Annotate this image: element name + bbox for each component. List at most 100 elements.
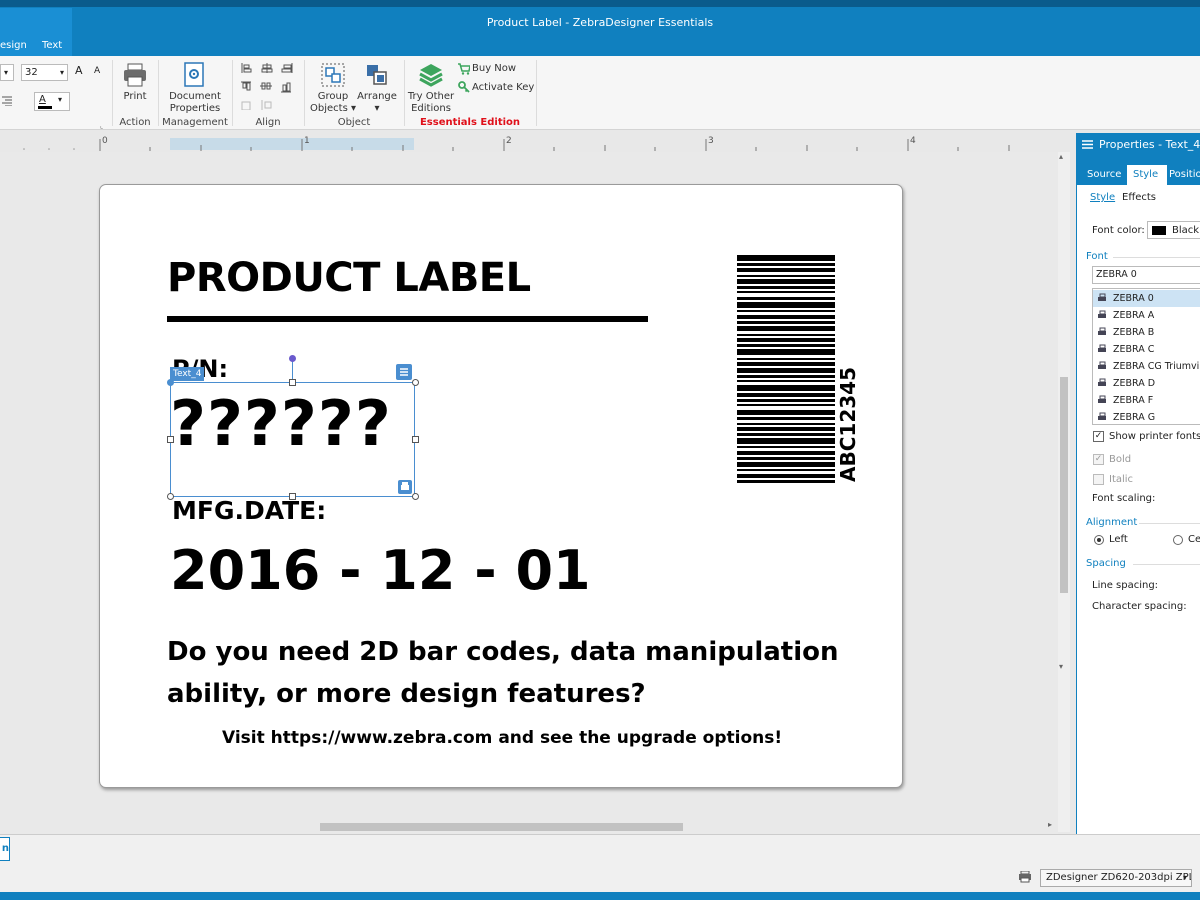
barcode-bar	[737, 410, 835, 415]
font-color-button[interactable]: A ▾	[34, 92, 70, 111]
rotate-handle[interactable]	[289, 355, 296, 362]
resize-handle-top[interactable]	[289, 379, 296, 386]
font-color-picker[interactable]: Black	[1147, 221, 1200, 239]
font-list-item[interactable]: ZEBRA D	[1093, 375, 1200, 392]
ruler-number: 4	[910, 136, 916, 146]
printer-font-icon	[398, 480, 412, 494]
shrink-font-button[interactable]: A	[94, 66, 100, 76]
font-list-item[interactable]: ZEBRA G	[1093, 409, 1200, 424]
scroll-up-arrow[interactable]: ▴	[1059, 152, 1063, 161]
promo-line-2[interactable]: ability, or more design features?	[167, 679, 646, 709]
font-list-item[interactable]: ZEBRA CG Triumvir	[1093, 358, 1200, 375]
document-properties-line1[interactable]: Document	[164, 91, 226, 103]
vertical-scrollbar[interactable]: ▴ ▾	[1058, 152, 1070, 832]
chevron-down-icon: ▾	[58, 95, 63, 104]
horizontal-scrollbar[interactable]: ▸	[0, 820, 1058, 834]
document-properties-line2[interactable]: Properties	[164, 103, 226, 115]
arrange-label[interactable]: Arrange	[354, 91, 400, 103]
print-button-label[interactable]: Print	[118, 91, 152, 103]
barcode[interactable]	[737, 255, 835, 590]
barcode-bar	[737, 462, 835, 467]
arrange-icon[interactable]	[364, 62, 390, 88]
try-editions-icon[interactable]	[418, 62, 444, 88]
barcode-bar	[737, 385, 835, 391]
align-lines-icon[interactable]	[2, 96, 12, 107]
promo-line-1[interactable]: Do you need 2D bar codes, data manipulat…	[167, 637, 839, 667]
font-size-dropdown[interactable]: 32 ▾	[21, 64, 68, 81]
printer-font-icon	[1097, 293, 1108, 304]
subtab-style[interactable]: Style	[1090, 192, 1115, 203]
font-color-label: Font color:	[1092, 225, 1145, 236]
resize-handle-left[interactable]	[167, 436, 174, 443]
tab-text[interactable]: Text	[42, 40, 62, 51]
font-name-dropdown[interactable]: ▾	[0, 64, 14, 81]
group-separator	[536, 60, 537, 126]
mfg-date-label[interactable]: MFG.DATE:	[172, 496, 326, 525]
activate-key-button[interactable]: Activate Key	[472, 82, 534, 94]
object-group-label: Object	[337, 117, 371, 128]
printer-icon[interactable]	[122, 62, 148, 88]
dialog-launcher-icon[interactable]: ⌞	[100, 122, 103, 130]
resize-handle-bottom[interactable]	[289, 493, 296, 500]
promo-line-3[interactable]: Visit https://www.zebra.com and see the …	[222, 728, 782, 748]
resize-handle-bottom-left[interactable]	[167, 493, 174, 500]
bottom-border	[0, 892, 1200, 900]
font-list-item[interactable]: ZEBRA F	[1093, 392, 1200, 409]
bottom-design-tab[interactable]: n	[0, 837, 10, 861]
resize-handle-bottom-right[interactable]	[412, 493, 419, 500]
tab-design[interactable]: esign	[0, 40, 27, 51]
tab-style[interactable]: Style	[1133, 169, 1158, 180]
font-list-item[interactable]: ZEBRA 0	[1093, 290, 1200, 307]
font-color-value: Black	[1172, 225, 1200, 236]
font-list-item[interactable]: ZEBRA A	[1093, 307, 1200, 324]
barcode-bar	[737, 451, 835, 455]
printer-name: ZDesigner ZD620-203dpi ZPL	[1046, 872, 1192, 883]
font-search-input[interactable]: ZEBRA 0	[1092, 266, 1200, 284]
title-underline[interactable]	[167, 316, 648, 322]
selection-box[interactable]	[170, 382, 415, 497]
label-page[interactable]: PRODUCT LABEL P/N: ?????? MFG.DATE: 2016…	[99, 184, 903, 788]
font-list-item[interactable]: ZEBRA C	[1093, 341, 1200, 358]
italic-checkbox[interactable]	[1093, 474, 1104, 485]
group-objects-icon[interactable]	[320, 62, 346, 88]
anchor-point-handle[interactable]	[167, 379, 174, 386]
align-center-radio[interactable]	[1173, 535, 1183, 545]
document-properties-icon[interactable]	[183, 62, 205, 88]
group-separator	[112, 60, 113, 126]
resize-handle-top-right[interactable]	[412, 379, 419, 386]
barcode-bar	[737, 480, 835, 483]
printer-selector[interactable]: ZDesigner ZD620-203dpi ZPL ▾	[1040, 869, 1192, 887]
scroll-down-arrow[interactable]: ▾	[1059, 662, 1063, 671]
object-menu-icon[interactable]	[396, 364, 412, 380]
key-icon	[458, 81, 470, 93]
group-objects-line1[interactable]: Group	[308, 91, 358, 103]
scroll-right-arrow[interactable]: ▸	[1048, 820, 1052, 829]
font-list[interactable]: ZEBRA 0 ZEBRA A ZEBRA B ZEBRA C ZEBRA CG…	[1092, 288, 1200, 425]
vertical-scroll-thumb[interactable]	[1060, 377, 1068, 593]
align-left-radio[interactable]	[1094, 535, 1104, 545]
try-other-line1[interactable]: Try Other	[406, 91, 456, 103]
chevron-down-icon: ▾	[59, 68, 64, 77]
group-objects-line2[interactable]: Objects ▾	[308, 103, 358, 115]
resize-handle-right[interactable]	[412, 436, 419, 443]
properties-header: Properties - Text_4	[1077, 133, 1200, 161]
section-divider	[1113, 257, 1200, 258]
tab-position[interactable]: Positio	[1169, 169, 1200, 180]
arrange-arrow[interactable]: ▾	[354, 103, 400, 115]
bold-checkbox[interactable]: ✓	[1093, 454, 1104, 465]
hamburger-menu-icon[interactable]	[1082, 139, 1093, 153]
design-canvas[interactable]: PRODUCT LABEL P/N: ?????? MFG.DATE: 2016…	[0, 152, 1058, 832]
buy-now-button[interactable]: Buy Now	[472, 63, 516, 75]
label-title[interactable]: PRODUCT LABEL	[167, 255, 531, 301]
show-printer-fonts-checkbox[interactable]: ✓	[1093, 431, 1104, 442]
tab-source[interactable]: Source	[1087, 169, 1121, 180]
mfg-date-value[interactable]: 2016 - 12 - 01	[170, 539, 591, 602]
show-printer-fonts-label: Show printer fonts o	[1109, 431, 1200, 442]
font-list-item[interactable]: ZEBRA B	[1093, 324, 1200, 341]
barcode-human-text[interactable]: ABC12345	[836, 361, 860, 482]
try-other-line2[interactable]: Editions	[406, 103, 456, 115]
align-buttons-icon[interactable]	[240, 62, 296, 111]
subtab-effects[interactable]: Effects	[1122, 192, 1156, 203]
horizontal-scroll-thumb[interactable]	[320, 823, 683, 831]
grow-font-button[interactable]: A	[75, 64, 83, 77]
